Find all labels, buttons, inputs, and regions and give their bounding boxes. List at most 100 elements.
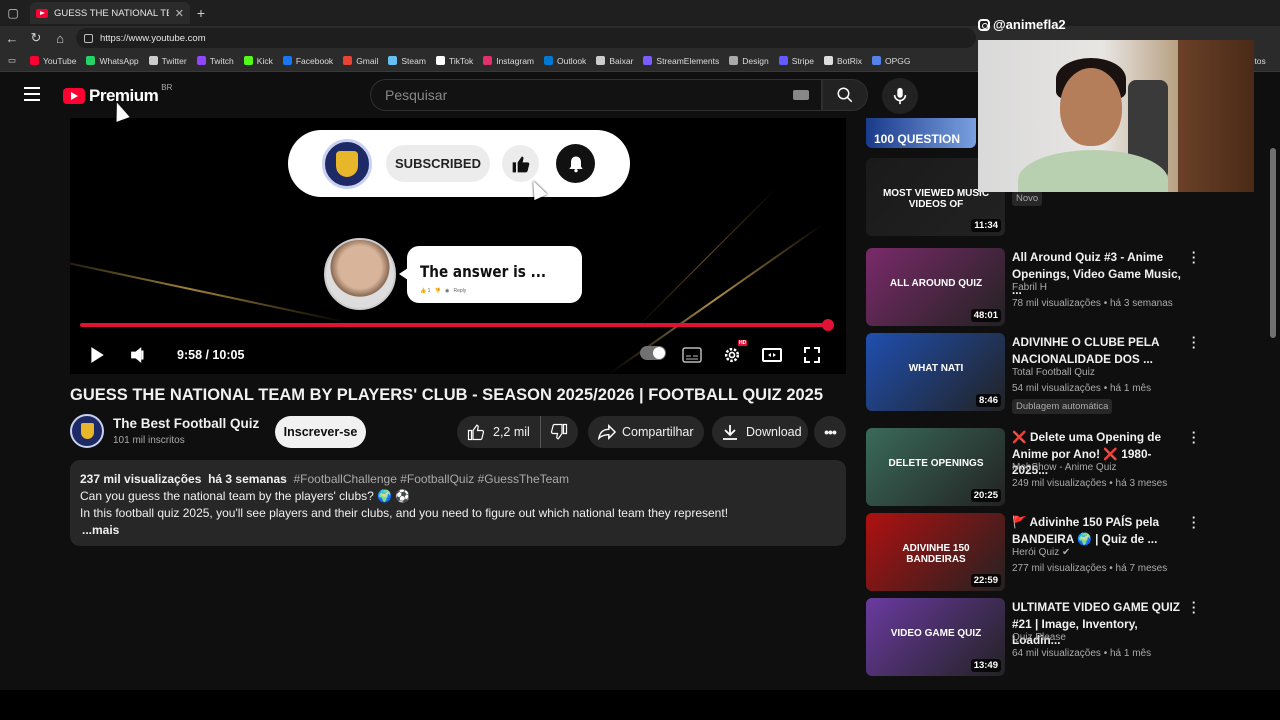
like-button[interactable]: 2,2 mil: [457, 416, 541, 448]
bookmark-gmail[interactable]: Gmail: [343, 56, 378, 66]
progress-bar[interactable]: [80, 323, 829, 327]
bookmark-instagram[interactable]: Instagram: [483, 56, 534, 66]
show-more-link[interactable]: ...mais: [82, 522, 836, 539]
theater-mode-button[interactable]: [759, 342, 785, 368]
page-scrollbar[interactable]: [1268, 118, 1278, 690]
bookmark-steam[interactable]: Steam: [388, 56, 426, 66]
bookmark-outlook[interactable]: Outlook: [544, 56, 586, 66]
back-icon[interactable]: ←: [0, 31, 24, 46]
dislike-button[interactable]: [541, 423, 577, 441]
description-box[interactable]: 237 mil visualizações há 3 semanas #Foot…: [70, 460, 846, 546]
instagram-icon: [978, 18, 990, 31]
bookmark-twitch[interactable]: Twitch: [196, 55, 234, 66]
reload-icon[interactable]: ↻: [24, 30, 48, 46]
more-options-icon[interactable]: · · ·: [1190, 246, 1198, 269]
bookmark-facebook[interactable]: Facebook: [282, 56, 333, 66]
video-thumbnail[interactable]: ADIVINHE 150 BANDEIRAS 22:59: [866, 513, 1005, 591]
bookmark-opgg[interactable]: OPGG: [871, 56, 911, 66]
video-duration: 20:25: [970, 489, 1001, 502]
volume-icon: [131, 347, 144, 363]
tab-close-icon[interactable]: ✕: [175, 7, 184, 20]
related-video-title[interactable]: ADIVINHE O CLUBE PELA NACIONALIDADE DOS …: [1012, 334, 1184, 367]
search-input[interactable]: Pesquisar: [370, 79, 822, 111]
tab-actions-icon[interactable]: ▢: [0, 0, 26, 26]
related-video-title[interactable]: 🚩 Adivinhe 150 PAÍS pela BANDEIRA 🌍 | Qu…: [1012, 514, 1184, 547]
description-line: In this football quiz 2025, you'll see p…: [80, 506, 729, 520]
decor-streak: [634, 187, 778, 330]
video-player[interactable]: SUBSCRIBED The answer is ... 👍 1 👎 ◉ Rep…: [70, 118, 846, 374]
video-thumbnail[interactable]: DELETE OPENINGS 20:25: [866, 428, 1005, 506]
channel-avatar[interactable]: [70, 414, 104, 448]
overlay-bell-icon: [556, 144, 595, 183]
video-duration: 48:01: [970, 309, 1001, 322]
bookmark-label: StreamElements: [656, 55, 720, 66]
play-button[interactable]: [84, 342, 110, 368]
bookmark-baixar[interactable]: Baixar: [596, 56, 633, 66]
channel-name[interactable]: The Best Football Quiz: [113, 416, 259, 431]
related-video-views: 64 mil visualizações • há 1 mês: [1012, 648, 1152, 659]
more-options-icon[interactable]: · · ·: [1190, 596, 1198, 619]
bookmark-botrix[interactable]: BotRix: [823, 56, 862, 66]
bookmark-design[interactable]: Design: [729, 56, 769, 66]
menu-icon[interactable]: [24, 87, 40, 101]
video-thumbnail[interactable]: VIDEO GAME QUIZ 13:49: [866, 598, 1005, 676]
bookmark-stripe[interactable]: Stripe: [778, 56, 814, 66]
thumbnail-text: ADIVINHE 150 BANDEIRAS: [902, 543, 970, 565]
upload-age: há 3 semanas: [208, 472, 287, 486]
search-button[interactable]: [822, 79, 868, 111]
fullscreen-button[interactable]: [799, 342, 825, 368]
voice-search-button[interactable]: [882, 78, 918, 114]
volume-button[interactable]: [126, 342, 152, 368]
more-options-icon[interactable]: · · ·: [1190, 331, 1198, 354]
home-icon[interactable]: ⌂: [48, 31, 72, 46]
video-thumbnail[interactable]: ALL AROUND QUIZ 48:01: [866, 248, 1005, 326]
gear-icon: [724, 347, 740, 363]
url-field[interactable]: https://www.youtube.com: [76, 28, 976, 48]
browser-tab-active[interactable]: GUESS THE NATIONAL TEAM BY ✕: [30, 2, 190, 24]
related-video-item[interactable]: ADIVINHE 150 BANDEIRAS 22:59 🚩 Adivinhe 15…: [866, 511, 1266, 593]
bookmark-tiktok[interactable]: TikTok: [435, 56, 473, 66]
bookmarks-menu-icon[interactable]: ▭: [8, 55, 16, 66]
instagram-icon: [483, 56, 493, 65]
bookmark-whatsapp[interactable]: WhatsApp: [86, 56, 139, 66]
download-button[interactable]: Download: [712, 416, 808, 448]
video-thumbnail[interactable]: WHAT NATI 8:46: [866, 333, 1005, 411]
share-button[interactable]: Compartilhar: [588, 416, 704, 448]
search-placeholder: Pesquisar: [385, 87, 448, 103]
hashtags[interactable]: #FootballChallenge #FootballQuiz #GuessT…: [293, 472, 569, 486]
opgg-icon: [871, 56, 881, 65]
autoplay-toggle[interactable]: [640, 346, 666, 360]
progress-scrubber[interactable]: [822, 319, 835, 331]
screen: ▢ GUESS THE NATIONAL TEAM BY ✕ + ← ↻ ⌂ h…: [0, 0, 1280, 720]
bookmark-youtube[interactable]: YouTube: [30, 56, 76, 66]
more-options-icon[interactable]: · · ·: [1190, 511, 1198, 534]
subscribe-button[interactable]: Inscrever-se: [275, 416, 366, 448]
bookmark-streamelements[interactable]: StreamElements: [643, 56, 719, 66]
related-video-badge: Novo: [1012, 191, 1043, 206]
subtitles-button[interactable]: [679, 342, 705, 368]
related-video-channel[interactable]: Fabril H: [1012, 282, 1047, 293]
related-video-channel[interactable]: Quiz Please: [1012, 632, 1066, 643]
keyboard-icon[interactable]: [793, 90, 809, 100]
related-video-channel[interactable]: MobShow - Anime Quiz: [1012, 462, 1117, 473]
bookmark-kick[interactable]: Kick: [243, 56, 273, 66]
related-video-views: 249 mil visualizações • há 3 meses: [1012, 478, 1168, 489]
design-icon: [729, 56, 739, 65]
site-info-icon[interactable]: [84, 33, 93, 43]
download-label: Download: [746, 425, 802, 439]
related-video-channel[interactable]: Total Football Quiz: [1012, 367, 1095, 378]
bookmark-label: Gmail: [356, 55, 379, 66]
related-video-item[interactable]: ALL AROUND QUIZ 48:01 All Around Quiz #3 -…: [866, 246, 1266, 328]
bookmark-label: Twitch: [209, 55, 234, 66]
related-video-item[interactable]: VIDEO GAME QUIZ 13:49 ULTIMATE VIDEO GAME …: [866, 596, 1266, 678]
botrix-icon: [823, 56, 833, 65]
related-video-item[interactable]: WHAT NATI 8:46 ADIVINHE O CLUBE PELA NACIO…: [866, 331, 1266, 414]
related-video-channel[interactable]: Herói Quiz ✔: [1012, 547, 1070, 558]
like-count: 2,2 mil: [493, 425, 530, 439]
bookmark-twitter[interactable]: Twitter: [148, 56, 187, 66]
comment-reply: 👍 1 👎 ◉ Reply: [420, 288, 467, 294]
more-options-icon[interactable]: · · ·: [1190, 426, 1198, 449]
more-actions-button[interactable]: •••: [814, 416, 846, 448]
new-tab-icon[interactable]: +: [190, 5, 212, 21]
related-video-item[interactable]: DELETE OPENINGS 20:25 ❌ Delete uma Opening…: [866, 426, 1266, 508]
